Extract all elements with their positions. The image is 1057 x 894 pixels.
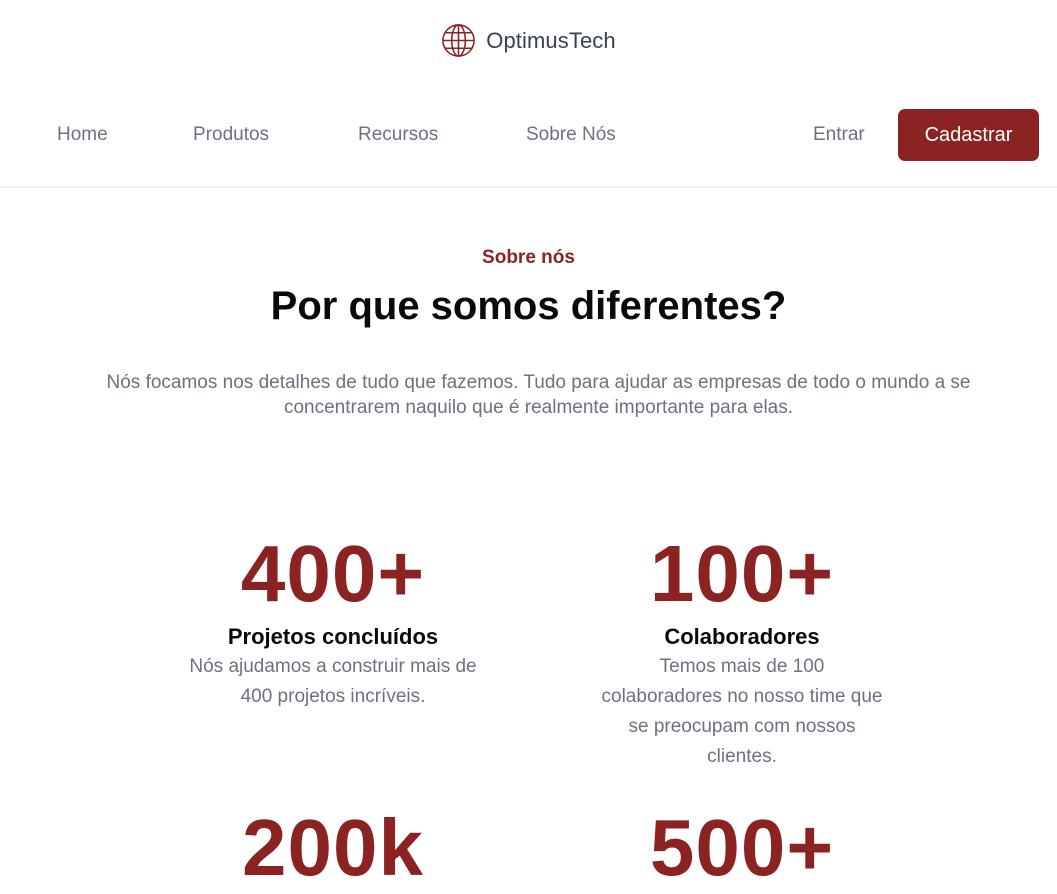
signup-button[interactable]: Cadastrar [898,109,1039,161]
stat-title: Colaboradores [664,624,820,649]
stat-value: 400+ [240,529,426,618]
nav-home[interactable]: Home [57,108,108,162]
brand-logo[interactable]: OptimusTech [0,23,1057,58]
stat-fourth: 500+ [547,802,937,894]
stat-description: Temos mais de 100 colaboradores no nosso… [601,656,883,767]
stat-title: Projetos concluídos [227,624,439,649]
nav-sobre-nos[interactable]: Sobre Nós [526,108,616,162]
stat-third: 200k [138,802,528,894]
stat-collaborators: 100+ Colaboradores Temos mais de 100 col… [547,528,937,772]
header-divider [0,186,1057,188]
nav-recursos[interactable]: Recursos [358,108,438,162]
stat-projects: 400+ Projetos concluídos Nós ajudamos a … [138,528,528,712]
stat-description: Nós ajudamos a construir mais de 400 pro… [189,656,477,707]
login-link[interactable]: Entrar [813,108,865,162]
stat-value: 100+ [649,529,835,618]
globe-icon [441,23,476,58]
section-description: Nós focamos nos detalhes de tudo que faz… [106,372,971,418]
brand-name: OptimusTech [486,27,616,53]
stat-value: 200k [242,803,424,892]
section-eyebrow: Sobre nós [482,247,575,268]
section-title: Por que somos diferentes? [270,284,787,328]
stat-value: 500+ [649,803,835,892]
nav-produtos[interactable]: Produtos [193,108,269,162]
main-nav: Home Produtos Recursos Sobre Nós Entrar … [0,108,1057,162]
